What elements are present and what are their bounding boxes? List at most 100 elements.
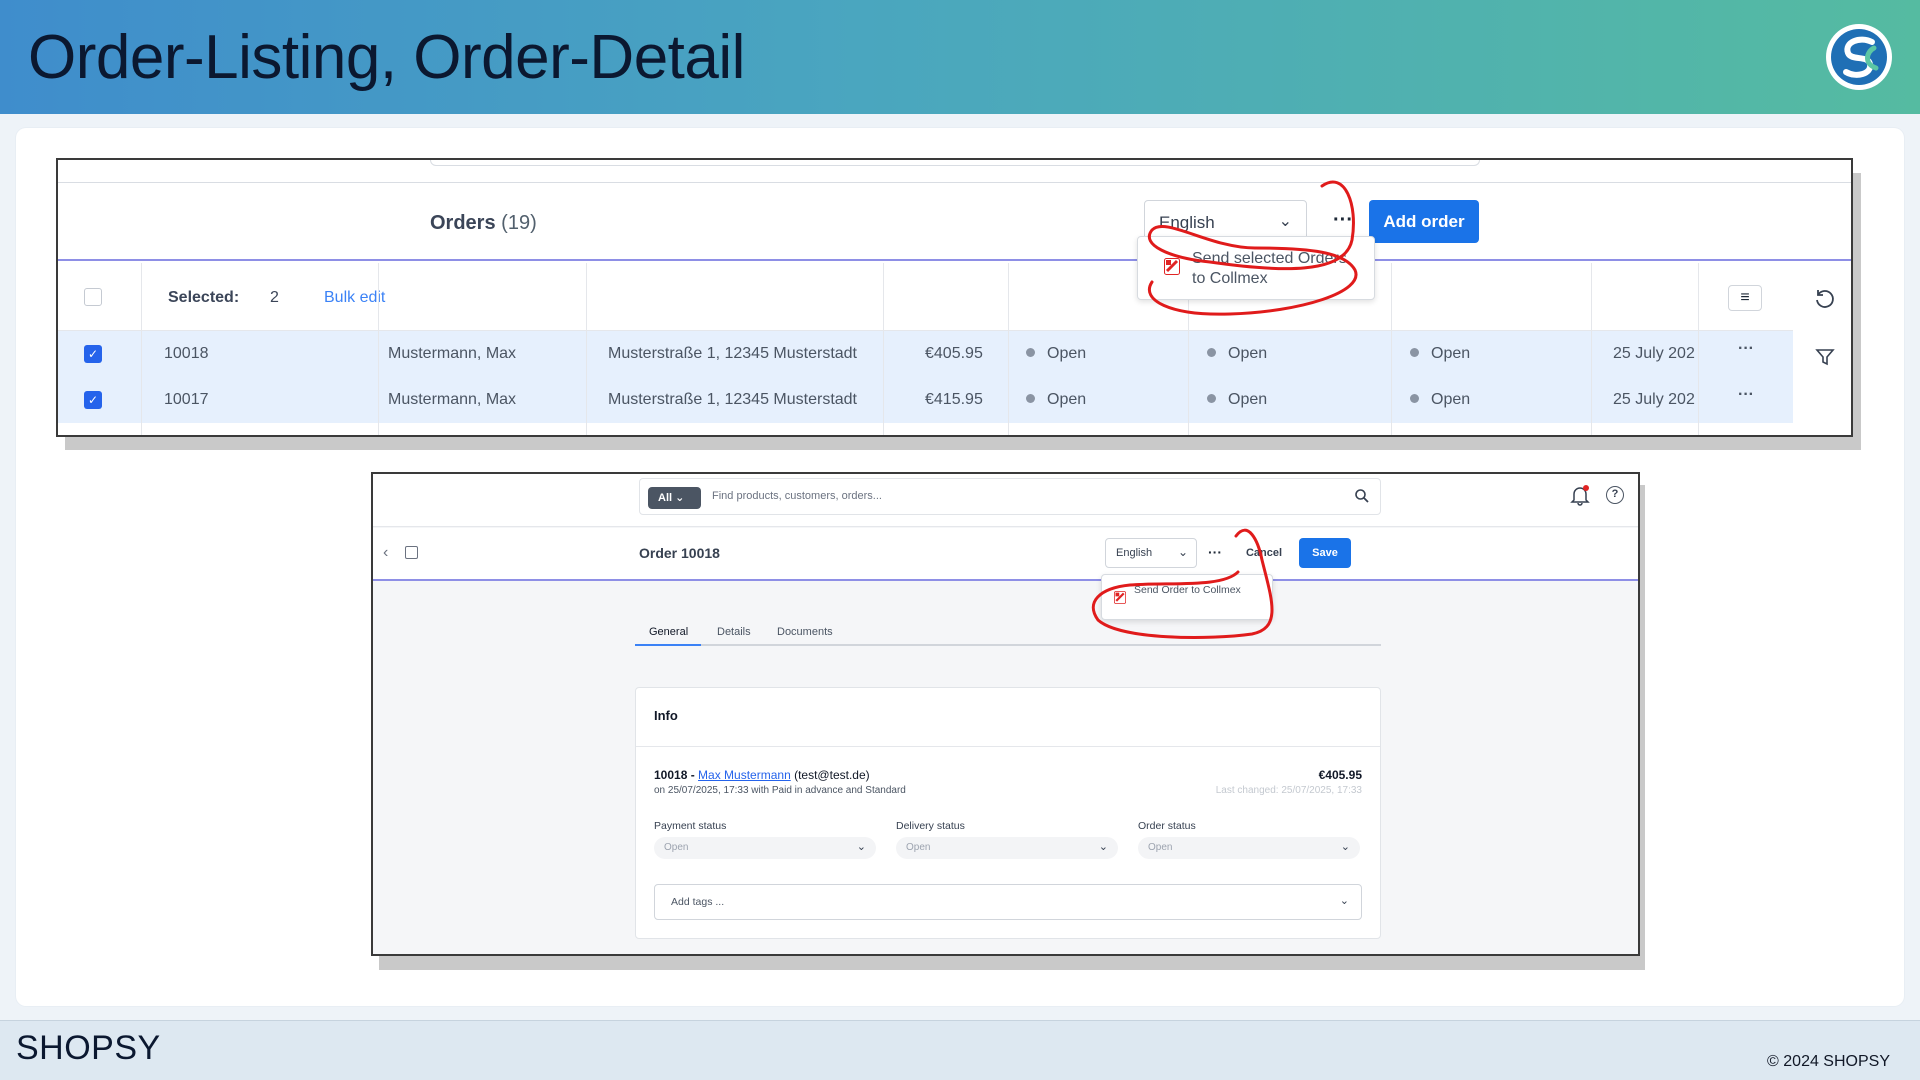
- add-order-button[interactable]: Add order: [1369, 200, 1479, 243]
- search-icon[interactable]: [1354, 488, 1370, 504]
- slide-footer: SHOPSY © 2024 SHOPSY: [0, 1020, 1920, 1080]
- payment-status-select[interactable]: Open ⌄: [654, 837, 876, 859]
- order-status-select[interactable]: Open ⌄: [1138, 837, 1360, 859]
- order-status-label: Order status: [1138, 820, 1196, 832]
- save-button[interactable]: Save: [1299, 538, 1351, 568]
- order-status-value: Open: [1148, 842, 1173, 853]
- order-amount: €405.95: [1318, 768, 1362, 782]
- reset-icon[interactable]: [1813, 287, 1835, 309]
- order-status-field: Order status Open ⌄: [1138, 820, 1360, 859]
- chevron-down-icon: ⌄: [1278, 213, 1292, 230]
- amount: €405.95: [925, 345, 983, 362]
- delivery-status-field: Delivery status Open ⌄: [896, 820, 1118, 859]
- send-selected-orders-item[interactable]: Send selected Orders to Collmex: [1192, 249, 1362, 289]
- status-text: Open: [1228, 345, 1268, 362]
- info-heading: Info: [654, 708, 678, 723]
- actions-dropdown: Send Order to Collmex: [1101, 574, 1273, 620]
- search-input[interactable]: Find products, customers, orders...: [712, 490, 882, 502]
- row-actions-button[interactable]: ···: [1738, 386, 1754, 404]
- filter-icon[interactable]: [1815, 347, 1835, 367]
- status-dot: [1410, 394, 1419, 404]
- order-listing-screenshot: Orders (19) English ⌄ ··· Add order Send …: [56, 158, 1853, 437]
- info-card: Info 10018 - Max Mustermann (test@test.d…: [635, 687, 1381, 939]
- row-checkbox[interactable]: ✓: [84, 345, 102, 363]
- tab-documents[interactable]: Documents: [777, 626, 833, 638]
- status-text: Open: [1431, 391, 1471, 408]
- delivery-status-value: Open: [906, 842, 931, 853]
- status-dot: [1207, 394, 1216, 404]
- column-divider: [378, 263, 379, 435]
- status-dot: [1207, 348, 1216, 358]
- orders-title: Orders: [430, 212, 496, 234]
- search-bar[interactable]: All ⌄ Find products, customers, orders..…: [639, 478, 1381, 515]
- payment-status-label: Payment status: [654, 820, 727, 832]
- tags-placeholder: Add tags ...: [671, 896, 725, 908]
- column-divider: [1008, 263, 1009, 435]
- cancel-button[interactable]: Cancel: [1235, 538, 1293, 568]
- table-row[interactable]: ✓ 10017 Mustermann, Max Musterstraße 1, …: [58, 377, 1793, 423]
- delivery-status: Open: [1207, 345, 1267, 363]
- payment-status: Open: [1026, 391, 1086, 409]
- help-icon[interactable]: ?: [1606, 486, 1624, 504]
- column-divider: [586, 263, 587, 435]
- column-divider: [883, 263, 884, 435]
- orders-count: (19): [501, 212, 537, 234]
- chevron-down-icon: ⌄: [856, 841, 866, 853]
- customer-link[interactable]: Max Mustermann: [698, 768, 791, 782]
- more-actions-button[interactable]: ···: [1201, 538, 1229, 568]
- search-scope-value: All: [658, 492, 673, 504]
- listing-header: Orders (19) English ⌄ ··· Add order: [58, 184, 1851, 261]
- order-id: 10017: [164, 391, 209, 408]
- delivery-status-select[interactable]: Open ⌄: [896, 837, 1118, 859]
- collmex-icon: [1114, 591, 1126, 604]
- slide-title: Order-Listing, Order-Detail: [28, 23, 745, 92]
- order-status: Open: [1410, 345, 1470, 363]
- page-title: Orders (19): [430, 212, 537, 235]
- row-actions-button[interactable]: ···: [1738, 340, 1754, 358]
- chevron-down-icon: ⌄: [1177, 545, 1188, 559]
- tab-general[interactable]: General: [649, 626, 688, 638]
- last-changed: Last changed: 25/07/2025, 17:33: [1215, 785, 1362, 796]
- language-value: English: [1159, 213, 1215, 232]
- actions-dropdown: Send selected Orders to Collmex: [1137, 236, 1375, 300]
- search-scope-select[interactable]: All ⌄: [648, 487, 701, 509]
- collmex-icon: [1164, 258, 1180, 275]
- order-detail-screenshot: All ⌄ Find products, customers, orders..…: [371, 472, 1640, 956]
- customer-name: Mustermann, Max: [388, 391, 517, 408]
- column-divider: [1591, 263, 1592, 435]
- order-id: 10018 -: [654, 768, 695, 782]
- select-all-checkbox[interactable]: [84, 288, 102, 306]
- bulk-edit-link[interactable]: Bulk edit: [324, 289, 385, 307]
- copyright: © 2024 SHOPSY: [1767, 1053, 1890, 1070]
- language-select[interactable]: English ⌄: [1105, 538, 1197, 568]
- payment-status-value: Open: [664, 842, 689, 853]
- bulk-bar: Selected: 2 Bulk edit ≡: [58, 263, 1851, 331]
- column-menu-button[interactable]: ≡: [1728, 285, 1762, 311]
- status-dot: [1410, 348, 1419, 358]
- shopsy-logo-icon: [1826, 24, 1892, 90]
- home-icon[interactable]: [405, 546, 418, 559]
- detail-toolbar: ‹ Order 10018 English ⌄ ··· Cancel Save: [373, 528, 1638, 581]
- row-checkbox[interactable]: ✓: [84, 391, 102, 409]
- detail-tabs: General Details Documents: [635, 622, 1381, 646]
- column-divider: [1698, 263, 1699, 435]
- customer-name: Mustermann, Max: [388, 345, 517, 362]
- order-id: 10018: [164, 345, 209, 362]
- language-value: English: [1116, 547, 1153, 559]
- address: Musterstraße 1, 12345 Musterstadt: [608, 345, 857, 362]
- status-text: Open: [1431, 345, 1471, 362]
- tags-input[interactable]: Add tags ... ⌄: [654, 884, 1362, 920]
- status-text: Open: [1228, 391, 1268, 408]
- chevron-down-icon: ⌄: [1098, 841, 1108, 853]
- order-date: 25 July 202: [1613, 345, 1695, 362]
- back-arrow-icon[interactable]: ‹: [383, 544, 388, 562]
- top-strip: [58, 160, 1851, 183]
- table-side-tools: [1793, 263, 1851, 435]
- bell-icon[interactable]: [1569, 484, 1591, 506]
- status-text: Open: [1047, 345, 1087, 362]
- tab-details[interactable]: Details: [717, 626, 751, 638]
- active-tab-indicator: [635, 644, 701, 646]
- send-order-item[interactable]: Send Order to Collmex: [1134, 584, 1254, 597]
- table-row[interactable]: ✓ 10018 Mustermann, Max Musterstraße 1, …: [58, 331, 1793, 377]
- top-bar: All ⌄ Find products, customers, orders..…: [373, 474, 1638, 527]
